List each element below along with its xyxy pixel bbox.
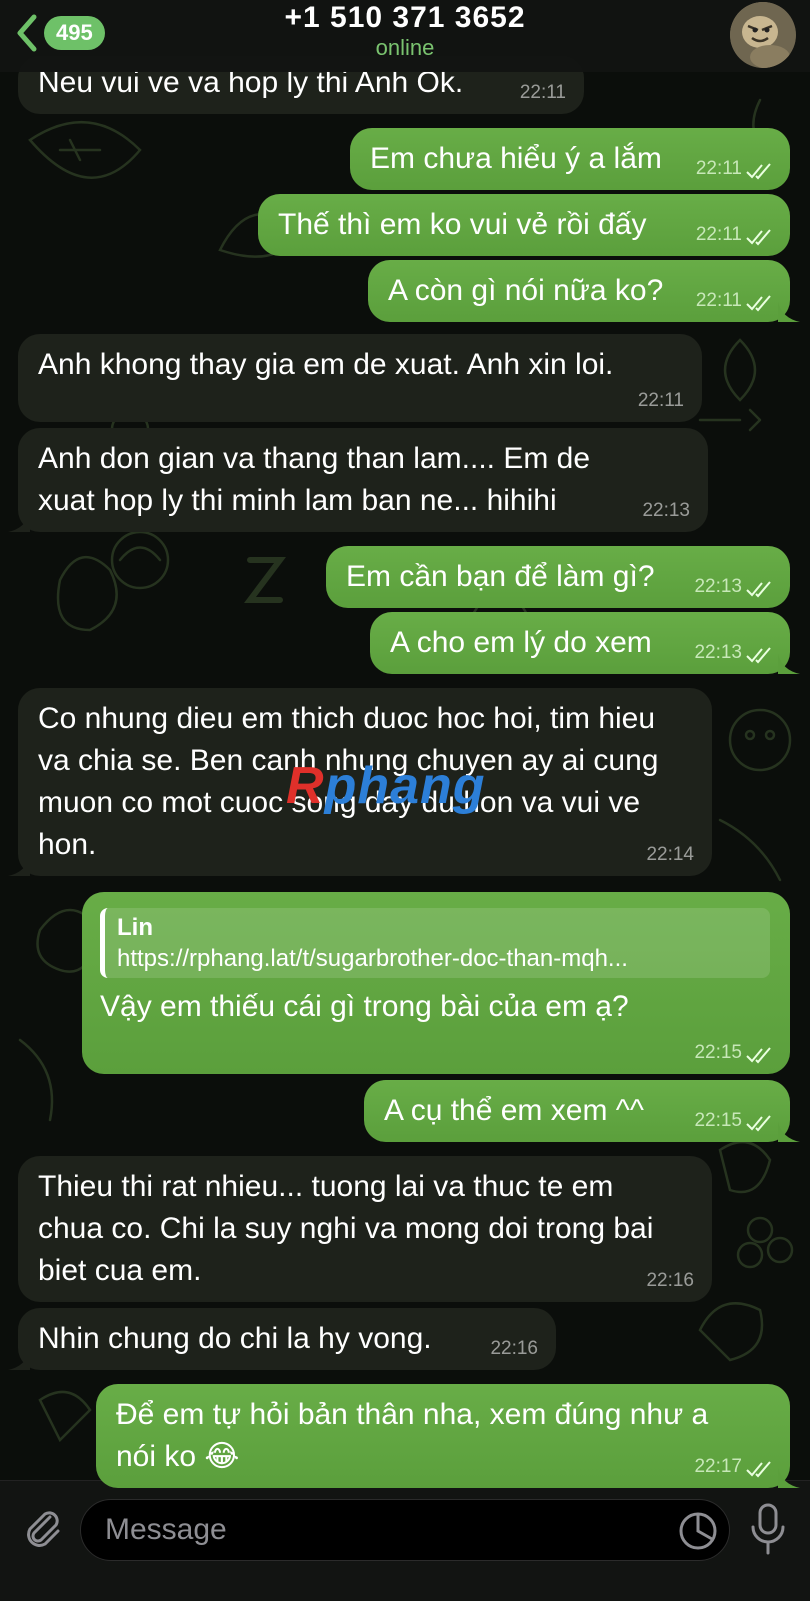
watermark-logo: Rphang (286, 752, 526, 820)
message-text: Em chưa hiểu ý a lắm (370, 142, 662, 175)
message-time: 22:11 (519, 82, 566, 103)
avatar[interactable] (730, 2, 796, 68)
message-time: 22:13 (694, 576, 742, 597)
double-check-icon (746, 1115, 771, 1132)
message-incoming[interactable]: Anh don gian va thang than lam.... Em de… (8, 428, 708, 532)
chat-header: 495 +1 510 371 3652 online (0, 0, 810, 72)
message-incoming[interactable]: Nhin chung do chi la hy vong. 22:16 (8, 1308, 556, 1370)
message-text: Thieu thi rat nhieu... tuong lai va thuc… (38, 1170, 654, 1287)
message-outgoing[interactable]: Để em tự hỏi bản thân nha, xem đúng như … (96, 1384, 800, 1488)
message-text: Nhin chung do chi la hy vong. (38, 1322, 432, 1355)
watermark-first-letter: R (286, 757, 325, 815)
message-text: Vậy em thiếu cái gì trong bài của em ạ? (100, 990, 629, 1023)
bubble-tail (778, 1468, 800, 1488)
message-outgoing[interactable]: A còn gì nói nữa ko? 22:11 (368, 260, 800, 322)
message-input[interactable]: Message (80, 1499, 730, 1561)
message-time: 22:11 (695, 290, 742, 311)
double-check-icon (746, 647, 771, 664)
chat-title-area[interactable]: +1 510 371 3652 online (0, 0, 810, 60)
message-time: 22:15 (694, 1110, 742, 1131)
bubble-tail (778, 1122, 800, 1142)
message-text: A còn gì nói nữa ko? (388, 274, 664, 307)
reply-link: https://rphang.lat/t/sugarbrother-doc-th… (117, 945, 628, 972)
message-time: 22:16 (646, 1270, 694, 1291)
double-check-icon (746, 1461, 771, 1478)
message-composer: Message (0, 1480, 810, 1601)
message-text: Để em tự hỏi bản thân nha, xem đúng như … (116, 1398, 709, 1473)
double-check-icon (746, 581, 771, 598)
message-outgoing[interactable]: A cho em lý do xem 22:13 (370, 612, 800, 674)
avatar-image (730, 2, 796, 68)
message-text: A cụ thể em xem ^^ (384, 1094, 644, 1127)
bubble-tail (778, 654, 800, 674)
chat-title: +1 510 371 3652 (284, 1, 526, 34)
message-time: 22:11 (637, 390, 684, 411)
message-time: 22:13 (642, 500, 690, 521)
bubble-tail (8, 512, 30, 532)
message-text: Anh khong thay gia em de xuat. Anh xin l… (38, 348, 614, 381)
double-check-icon (746, 163, 771, 180)
microphone-icon[interactable] (748, 1501, 788, 1557)
reply-sender: Lin (117, 914, 153, 941)
message-text: Thế thì em ko vui vẻ rồi đấy (278, 208, 647, 241)
double-check-icon (746, 295, 771, 312)
double-check-icon (746, 229, 771, 246)
message-time: 22:11 (695, 158, 742, 179)
paperclip-icon[interactable] (18, 1503, 66, 1551)
message-outgoing[interactable]: Thế thì em ko vui vẻ rồi đấy 22:11 (258, 194, 790, 256)
sticker-icon[interactable] (676, 1509, 720, 1553)
message-time: 22:17 (694, 1456, 742, 1477)
message-outgoing[interactable]: Em chưa hiểu ý a lắm 22:11 (350, 128, 790, 190)
message-time: 22:11 (695, 224, 742, 245)
message-incoming[interactable]: Thieu thi rat nhieu... tuong lai va thuc… (18, 1156, 712, 1302)
message-time: 22:15 (694, 1042, 742, 1063)
double-check-icon (746, 1047, 771, 1064)
message-outgoing[interactable]: Em cần bạn để làm gì? 22:13 (326, 546, 790, 608)
bubble-tail (778, 302, 800, 322)
message-text: Em cần bạn để làm gì? (346, 560, 655, 593)
message-outgoing[interactable]: A cụ thể em xem ^^ 22:15 (364, 1080, 800, 1142)
bubble-tail (8, 856, 30, 876)
message-time: 22:13 (694, 642, 742, 663)
message-text: Anh don gian va thang than lam.... Em de… (38, 442, 591, 517)
message-time: 22:16 (490, 1338, 538, 1359)
watermark-rest: phang (324, 757, 486, 815)
reply-quote[interactable]: Lin https://rphang.lat/t/sugarbrother-do… (100, 908, 770, 978)
chat-status: online (375, 35, 435, 60)
message-time: 22:14 (646, 844, 694, 865)
message-outgoing-reply[interactable]: Lin https://rphang.lat/t/sugarbrother-do… (82, 892, 790, 1074)
message-text: A cho em lý do xem (390, 626, 652, 659)
bubble-tail (8, 1350, 30, 1370)
message-incoming[interactable]: Anh khong thay gia em de xuat. Anh xin l… (18, 334, 702, 422)
